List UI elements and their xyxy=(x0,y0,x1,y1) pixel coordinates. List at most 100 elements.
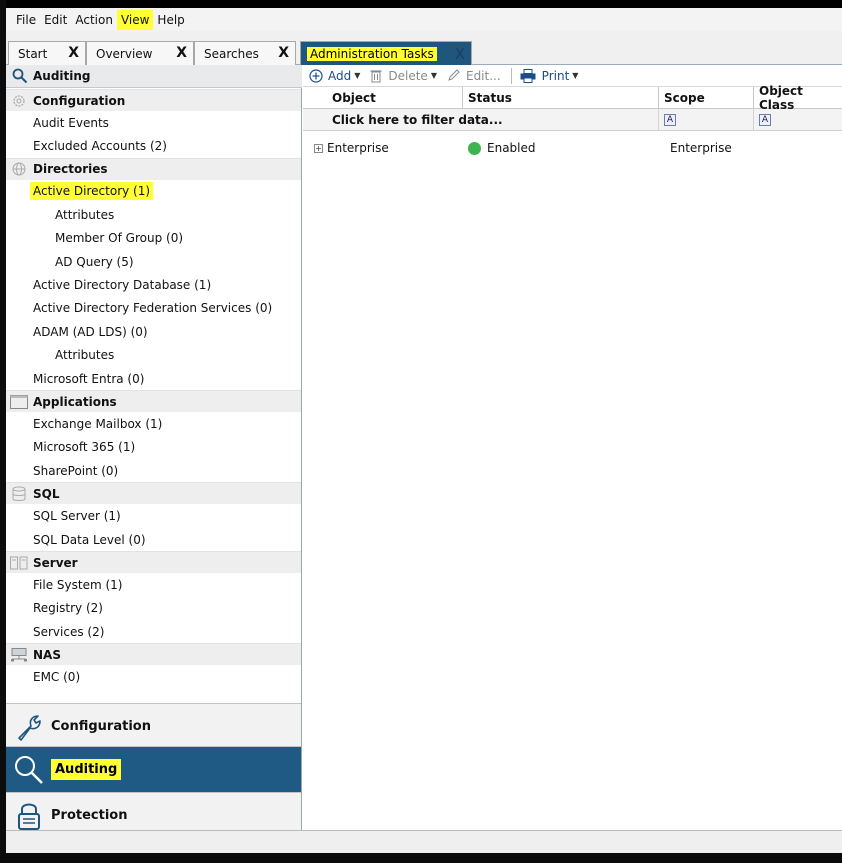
nav-item-label: SQL Data Level (0) xyxy=(33,532,146,547)
application-window: File Edit Action View Help Start X Overv… xyxy=(6,8,842,853)
filter-cell-scope[interactable]: A xyxy=(659,109,754,131)
nav-section-directories[interactable]: Directories xyxy=(6,157,301,180)
nav-item-audit-events[interactable]: Audit Events xyxy=(6,111,301,134)
toolbar-separator xyxy=(510,67,512,84)
printer-icon xyxy=(520,68,536,83)
nav-item-registry[interactable]: Registry (2) xyxy=(6,597,301,620)
nav-item-attributes[interactable]: Attributes xyxy=(6,203,301,226)
nav-item-file-system[interactable]: File System (1) xyxy=(6,573,301,596)
expand-icon[interactable]: + xyxy=(314,143,323,153)
edit-button[interactable]: Edit... xyxy=(447,69,501,83)
nav-section-label: Server xyxy=(33,555,78,570)
nav-item-emc[interactable]: EMC (0) xyxy=(6,665,301,688)
server-icon xyxy=(10,555,28,571)
pencil-icon xyxy=(448,69,460,81)
close-icon[interactable]: X xyxy=(68,45,79,61)
filter-text-icon[interactable]: A xyxy=(664,114,676,126)
nav-item-active-directory[interactable]: Active Directory (1) xyxy=(6,180,301,203)
add-button[interactable]: Add ▼ xyxy=(309,69,360,83)
cell-object-class xyxy=(754,135,842,161)
nav-item-label: Services (2) xyxy=(33,624,105,639)
nav-item-active-directory-federation-services[interactable]: Active Directory Federation Services (0) xyxy=(6,297,301,320)
nav-item-exchange-mailbox[interactable]: Exchange Mailbox (1) xyxy=(6,412,301,435)
navigation-pane: Auditing Configuration Audit Events Exclud… xyxy=(6,65,302,838)
column-header-status[interactable]: Status xyxy=(463,87,659,109)
status-bar xyxy=(6,830,842,853)
nav-section-label: Applications xyxy=(33,394,117,409)
configuration-button-label: Configuration xyxy=(51,719,151,734)
nav-section-label: Directories xyxy=(33,162,108,177)
nav-item-label: AD Query (5) xyxy=(55,254,134,269)
table-row[interactable]: + Enterprise Enabled Enterprise xyxy=(303,135,842,161)
nav-section-applications[interactable]: Applications xyxy=(6,390,301,413)
menu-help[interactable]: Help xyxy=(153,10,188,30)
nav-section-server[interactable]: Server xyxy=(6,551,301,574)
nav-item-sql-data-level[interactable]: SQL Data Level (0) xyxy=(6,528,301,551)
nav-tree: Configuration Audit Events Excluded Accoun… xyxy=(6,89,301,702)
close-icon[interactable]: X xyxy=(278,45,289,61)
nav-item-ad-query[interactable]: AD Query (5) xyxy=(6,250,301,273)
chevron-down-icon: ▼ xyxy=(572,71,579,80)
column-header-object[interactable]: Object xyxy=(327,87,463,109)
auditing-button[interactable]: Auditing xyxy=(6,746,301,792)
filter-text-icon[interactable]: A xyxy=(759,114,771,126)
nav-item-label: Excluded Accounts (2) xyxy=(33,139,167,154)
column-header-object-class[interactable]: Object Class xyxy=(754,84,842,112)
menu-view[interactable]: View xyxy=(116,9,154,30)
nav-section-nas[interactable]: NAS xyxy=(6,643,301,666)
nav-item-active-directory-database[interactable]: Active Directory Database (1) xyxy=(6,273,301,296)
nav-item-label: Registry (2) xyxy=(33,601,103,616)
tab-administration-tasks-label: Administration Tasks xyxy=(307,46,437,61)
tab-administration-tasks[interactable]: Administration Tasks X xyxy=(300,41,472,65)
nav-item-adam[interactable]: ADAM (AD LDS) (0) xyxy=(6,320,301,343)
chevron-down-icon: ▼ xyxy=(430,71,437,80)
menu-edit[interactable]: Edit xyxy=(40,10,71,30)
tab-searches[interactable]: Searches X xyxy=(194,41,296,65)
tab-bar: Start X Overview X Searches X Administra… xyxy=(6,31,842,65)
chevron-down-icon: ▼ xyxy=(354,71,361,80)
filter-cell-object-class[interactable]: A xyxy=(754,109,842,131)
close-icon[interactable]: X xyxy=(455,45,465,63)
menu-file[interactable]: File xyxy=(12,10,40,30)
window-icon xyxy=(10,394,28,410)
tab-start[interactable]: Start X xyxy=(8,41,86,65)
add-button-label: Add xyxy=(328,68,352,83)
nav-item-label: Member Of Group (0) xyxy=(55,231,184,246)
nav-item-microsoft-entra[interactable]: Microsoft Entra (0) xyxy=(6,367,301,390)
tab-start-label: Start xyxy=(18,46,48,61)
nav-section-label: SQL xyxy=(33,486,60,501)
nav-item-label: Microsoft 365 (1) xyxy=(33,440,136,455)
grid-header: Object Status Scope Object Class xyxy=(303,84,842,112)
nav-item-excluded-accounts[interactable]: Excluded Accounts (2) xyxy=(6,134,301,157)
nav-item-member-of-group[interactable]: Member Of Group (0) xyxy=(6,227,301,250)
delete-button[interactable]: Delete ▼ xyxy=(370,69,437,83)
nav-item-label: SQL Server (1) xyxy=(33,509,121,524)
print-button[interactable]: Print ▼ xyxy=(520,68,579,83)
plus-circle-icon xyxy=(309,68,323,83)
configuration-button[interactable]: Configuration xyxy=(6,703,301,749)
cell-object-text: Enterprise xyxy=(327,141,389,155)
nav-item-microsoft-365[interactable]: Microsoft 365 (1) xyxy=(6,436,301,459)
nav-section-configuration[interactable]: Configuration xyxy=(6,89,301,111)
tab-overview[interactable]: Overview X xyxy=(86,41,194,65)
menu-action[interactable]: Action xyxy=(71,10,117,30)
nav-item-label: EMC (0) xyxy=(33,670,81,685)
nav-item-attributes[interactable]: Attributes xyxy=(6,344,301,367)
column-header-scope[interactable]: Scope xyxy=(659,87,754,109)
protection-button-label: Protection xyxy=(51,808,128,823)
nav-item-sql-server[interactable]: SQL Server (1) xyxy=(6,504,301,527)
nav-item-sharepoint[interactable]: SharePoint (0) xyxy=(6,459,301,482)
tab-searches-label: Searches xyxy=(204,46,259,61)
tab-overview-label: Overview xyxy=(96,46,153,61)
nav-section-sql[interactable]: SQL xyxy=(6,482,301,505)
nav-item-services[interactable]: Services (2) xyxy=(6,620,301,643)
nav-header: Auditing xyxy=(6,65,302,88)
cell-status: Enabled xyxy=(463,135,659,161)
nav-item-label: Audit Events xyxy=(33,115,109,130)
cell-scope: Enterprise xyxy=(670,141,732,155)
filter-row[interactable]: Click here to filter data... A A xyxy=(303,109,842,131)
nav-item-label: Active Directory Federation Services (0) xyxy=(33,301,273,316)
close-icon[interactable]: X xyxy=(176,45,187,61)
cell-status-text: Enabled xyxy=(487,141,536,155)
filter-row-label[interactable]: Click here to filter data... xyxy=(327,109,659,131)
